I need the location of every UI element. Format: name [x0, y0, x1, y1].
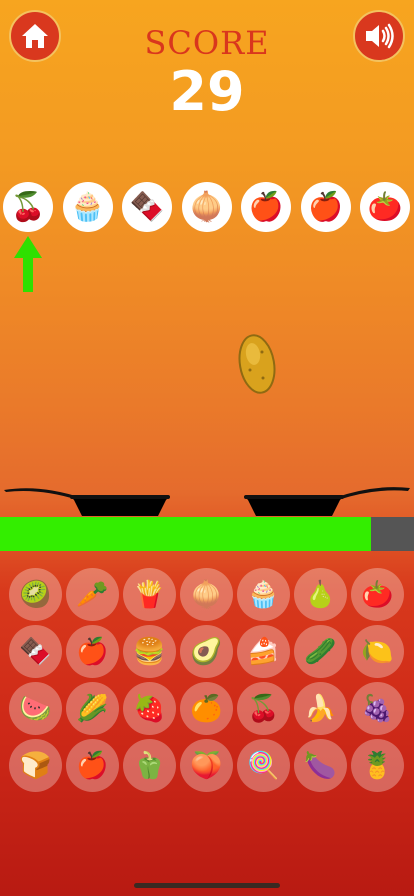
progress-bar	[0, 517, 414, 551]
food-button-chocolate[interactable]: 🍫	[9, 625, 62, 678]
score-value: 29	[169, 60, 245, 123]
queue-item-tomato: 🍅	[360, 182, 410, 232]
food-button-apple[interactable]: 🍎	[66, 739, 119, 792]
queue-item-cupcake: 🧁	[62, 182, 113, 232]
green-up-arrow-icon	[14, 236, 42, 292]
food-button-cherries[interactable]: 🍒	[237, 682, 290, 735]
queue-item-onion: 🧅	[181, 182, 232, 232]
food-button-lollipop[interactable]: 🍭	[237, 739, 290, 792]
food-button-cake[interactable]: 🍰	[237, 625, 290, 678]
queue-item-chocolate: 🍫	[122, 182, 172, 232]
home-indicator	[134, 883, 280, 888]
item-queue: 🍒 🧁 🍫 🧅 🍎 🍎 🍅	[0, 182, 414, 232]
food-button-corn[interactable]: 🌽	[66, 682, 119, 735]
food-button-cucumber[interactable]: 🥒	[294, 625, 347, 678]
food-button-bell-pepper[interactable]: 🫑	[123, 739, 176, 792]
score-label: SCORE	[144, 24, 270, 62]
food-button-kiwi[interactable]: 🥝	[9, 568, 62, 621]
food-button-plum[interactable]: 🍑	[180, 739, 233, 792]
food-button-pineapple[interactable]: 🍍	[351, 739, 404, 792]
food-button-grapes[interactable]: 🍇	[351, 682, 404, 735]
potato-icon	[238, 334, 276, 394]
food-button-burger[interactable]: 🍔	[123, 625, 176, 678]
food-button-orange[interactable]: 🍊	[180, 682, 233, 735]
queue-item-pomegranate: 🍎	[241, 182, 291, 232]
queue-item-cherries: 🍒	[3, 182, 53, 232]
food-button-pomegranate[interactable]: 🍎	[66, 625, 119, 678]
food-button-tomato[interactable]: 🍅	[351, 568, 404, 621]
progress-fill	[0, 517, 371, 551]
right-pan[interactable]	[234, 478, 414, 522]
left-pan[interactable]	[0, 478, 180, 522]
food-button-lemon[interactable]: 🍋	[351, 625, 404, 678]
food-button-carrot[interactable]: 🥕	[66, 568, 119, 621]
food-button-banana[interactable]: 🍌	[294, 682, 347, 735]
food-button-eggplant[interactable]: 🍆	[294, 739, 347, 792]
food-button-onion[interactable]: 🧅	[180, 568, 233, 621]
food-button-strawberry[interactable]: 🍓	[123, 682, 176, 735]
queue-item-apple: 🍎	[300, 182, 351, 232]
food-button-bread[interactable]: 🍞	[9, 739, 62, 792]
food-button-watermelon[interactable]: 🍉	[9, 682, 62, 735]
food-button-pear[interactable]: 🍐	[294, 568, 347, 621]
food-button-cupcake[interactable]: 🧁	[237, 568, 290, 621]
food-button-fries[interactable]: 🍟	[123, 568, 176, 621]
food-button-avocado[interactable]: 🥑	[180, 625, 233, 678]
